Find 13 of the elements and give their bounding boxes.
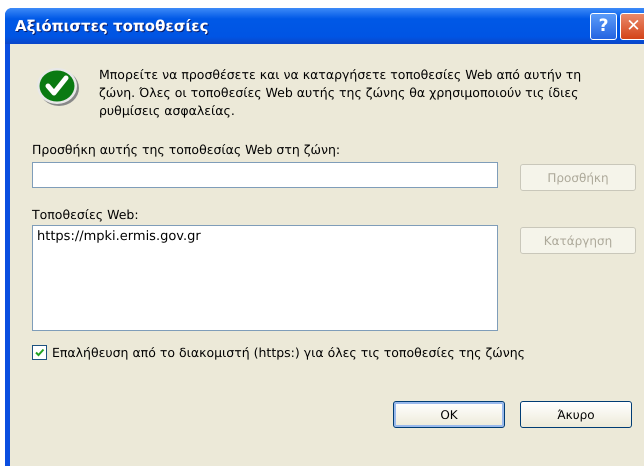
checkmark-icon <box>36 66 80 108</box>
help-button[interactable]: ? <box>590 12 617 40</box>
dialog-button[interactable]: OK <box>393 401 505 428</box>
window-title: Αξιόπιστες τοποθεσίες <box>15 17 210 35</box>
field-label: Προσθήκη αυτής της τοποθεσίας Web στη ζώνη: <box>32 142 342 157</box>
checkbox[interactable] <box>32 345 47 360</box>
description-text: Μπορείτε να προσθέσετε και να καταργήσετε τοποθεσίες Web από αυτήν τη ζώνη. Όλες οι τοποθεσίες Web αυτής της ζώνης θα χρησιμοποιούν τις ίδιες ρυθμίσεις ασφαλείας. <box>99 66 582 120</box>
sites-list[interactable]: https://mpki.ermis.gov.gr <box>32 225 498 331</box>
site-input-field[interactable] <box>32 162 498 188</box>
site-list-item[interactable]: https://mpki.ermis.gov.gr <box>37 229 493 244</box>
list-label: Τοποθεσίες Web: <box>32 207 140 222</box>
checkbox-label: Επαλήθευση από το διακομιστή (https:) για όλες τις τοποθεσίες της ζώνης <box>52 345 525 360</box>
dialog-button[interactable]: Άκυρο <box>520 401 632 428</box>
